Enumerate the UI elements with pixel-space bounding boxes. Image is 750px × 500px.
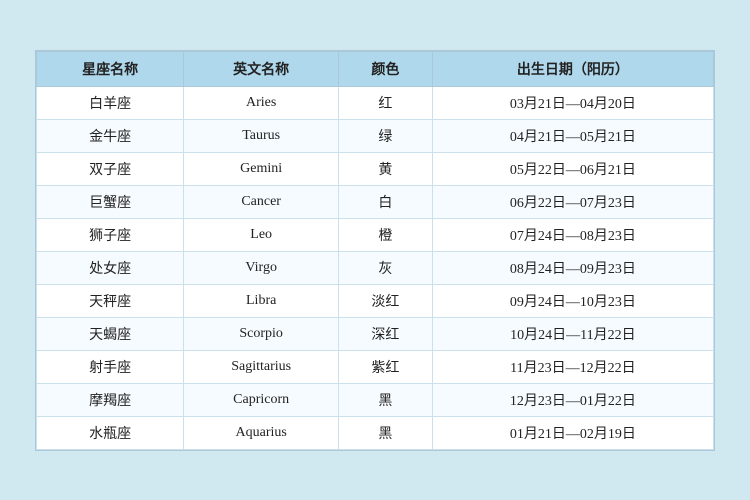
cell-dates: 04月21日—05月21日 <box>432 119 713 152</box>
table-row: 水瓶座Aquarius黑01月21日—02月19日 <box>37 416 714 449</box>
table-row: 处女座Virgo灰08月24日—09月23日 <box>37 251 714 284</box>
zodiac-table-container: 星座名称 英文名称 颜色 出生日期（阳历） 白羊座Aries红03月21日—04… <box>35 50 715 451</box>
cell-dates: 08月24日—09月23日 <box>432 251 713 284</box>
cell-english-name: Aquarius <box>184 416 339 449</box>
cell-english-name: Aries <box>184 86 339 119</box>
cell-dates: 12月23日—01月22日 <box>432 383 713 416</box>
table-row: 白羊座Aries红03月21日—04月20日 <box>37 86 714 119</box>
cell-color: 白 <box>339 185 433 218</box>
table-body: 白羊座Aries红03月21日—04月20日金牛座Taurus绿04月21日—0… <box>37 86 714 449</box>
cell-color: 灰 <box>339 251 433 284</box>
cell-dates: 01月21日—02月19日 <box>432 416 713 449</box>
cell-english-name: Gemini <box>184 152 339 185</box>
table-header-row: 星座名称 英文名称 颜色 出生日期（阳历） <box>37 51 714 86</box>
cell-dates: 03月21日—04月20日 <box>432 86 713 119</box>
cell-color: 黄 <box>339 152 433 185</box>
cell-chinese-name: 处女座 <box>37 251 184 284</box>
header-dates: 出生日期（阳历） <box>432 51 713 86</box>
cell-color: 橙 <box>339 218 433 251</box>
cell-english-name: Scorpio <box>184 317 339 350</box>
cell-english-name: Libra <box>184 284 339 317</box>
cell-chinese-name: 摩羯座 <box>37 383 184 416</box>
header-color: 颜色 <box>339 51 433 86</box>
table-row: 狮子座Leo橙07月24日—08月23日 <box>37 218 714 251</box>
cell-english-name: Taurus <box>184 119 339 152</box>
cell-dates: 10月24日—11月22日 <box>432 317 713 350</box>
header-english-name: 英文名称 <box>184 51 339 86</box>
cell-chinese-name: 巨蟹座 <box>37 185 184 218</box>
cell-english-name: Virgo <box>184 251 339 284</box>
cell-dates: 11月23日—12月22日 <box>432 350 713 383</box>
cell-english-name: Capricorn <box>184 383 339 416</box>
cell-chinese-name: 天秤座 <box>37 284 184 317</box>
cell-english-name: Cancer <box>184 185 339 218</box>
cell-dates: 05月22日—06月21日 <box>432 152 713 185</box>
cell-dates: 07月24日—08月23日 <box>432 218 713 251</box>
cell-chinese-name: 金牛座 <box>37 119 184 152</box>
table-row: 双子座Gemini黄05月22日—06月21日 <box>37 152 714 185</box>
table-row: 摩羯座Capricorn黑12月23日—01月22日 <box>37 383 714 416</box>
cell-chinese-name: 射手座 <box>37 350 184 383</box>
cell-dates: 09月24日—10月23日 <box>432 284 713 317</box>
zodiac-table: 星座名称 英文名称 颜色 出生日期（阳历） 白羊座Aries红03月21日—04… <box>36 51 714 450</box>
cell-english-name: Sagittarius <box>184 350 339 383</box>
cell-color: 红 <box>339 86 433 119</box>
cell-color: 深红 <box>339 317 433 350</box>
cell-chinese-name: 白羊座 <box>37 86 184 119</box>
header-chinese-name: 星座名称 <box>37 51 184 86</box>
cell-color: 黑 <box>339 383 433 416</box>
cell-color: 紫红 <box>339 350 433 383</box>
cell-dates: 06月22日—07月23日 <box>432 185 713 218</box>
table-row: 天蝎座Scorpio深红10月24日—11月22日 <box>37 317 714 350</box>
table-row: 射手座Sagittarius紫红11月23日—12月22日 <box>37 350 714 383</box>
table-row: 金牛座Taurus绿04月21日—05月21日 <box>37 119 714 152</box>
table-row: 巨蟹座Cancer白06月22日—07月23日 <box>37 185 714 218</box>
cell-english-name: Leo <box>184 218 339 251</box>
cell-chinese-name: 水瓶座 <box>37 416 184 449</box>
cell-color: 淡红 <box>339 284 433 317</box>
cell-chinese-name: 狮子座 <box>37 218 184 251</box>
cell-chinese-name: 天蝎座 <box>37 317 184 350</box>
cell-color: 黑 <box>339 416 433 449</box>
table-row: 天秤座Libra淡红09月24日—10月23日 <box>37 284 714 317</box>
cell-chinese-name: 双子座 <box>37 152 184 185</box>
cell-color: 绿 <box>339 119 433 152</box>
